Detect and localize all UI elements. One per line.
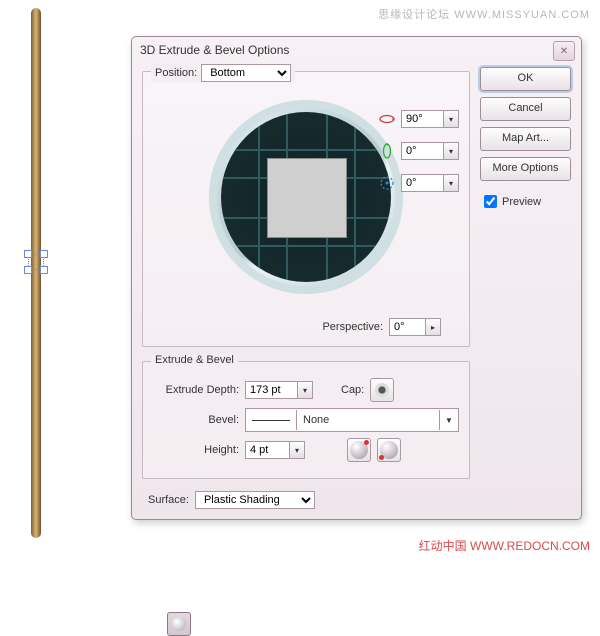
watermark-top: 思缘设计论坛 WWW.MISSYUAN.COM bbox=[378, 6, 590, 22]
titlebar[interactable]: 3D Extrude & Bevel Options ✕ bbox=[132, 37, 581, 63]
height-label: Height: bbox=[153, 444, 239, 456]
dialog-3d-extrude-bevel: 3D Extrude & Bevel Options ✕ Position: B… bbox=[131, 36, 582, 520]
bevel-extent-out-button[interactable] bbox=[377, 438, 401, 462]
selection-handles[interactable] bbox=[24, 250, 48, 274]
close-icon: ✕ bbox=[560, 46, 568, 57]
close-button[interactable]: ✕ bbox=[553, 41, 575, 61]
surface-select[interactable]: Plastic Shading bbox=[195, 491, 315, 509]
watermark-bottom: 红动中国 WWW.REDOCN.COM bbox=[419, 537, 590, 554]
preview-checkbox[interactable] bbox=[484, 195, 497, 208]
sphere-out-icon bbox=[380, 441, 398, 459]
bevel-extent-in-button[interactable] bbox=[347, 438, 371, 462]
extrude-depth-input[interactable] bbox=[245, 381, 297, 399]
map-art-button[interactable]: Map Art... bbox=[480, 127, 571, 151]
bevel-height-input[interactable] bbox=[245, 441, 289, 459]
chevron-down-icon: ▼ bbox=[439, 410, 458, 430]
rotate-y-input[interactable] bbox=[401, 142, 443, 160]
more-options-button[interactable]: More Options bbox=[480, 157, 571, 181]
cube-face[interactable] bbox=[267, 158, 347, 238]
position-label: Position: bbox=[155, 67, 197, 79]
extrude-depth-label: Extrude Depth: bbox=[153, 384, 239, 396]
cap-on-button[interactable] bbox=[167, 612, 191, 636]
cancel-button[interactable]: Cancel bbox=[480, 97, 571, 121]
sphere-in-icon bbox=[350, 441, 368, 459]
perspective-stepper[interactable]: ▸ bbox=[425, 318, 441, 336]
perspective-input[interactable] bbox=[389, 318, 425, 336]
bevel-height-stepper[interactable]: ▾ bbox=[289, 441, 305, 459]
preview-checkbox-row[interactable]: Preview bbox=[480, 195, 571, 208]
bevel-select[interactable]: None ▼ bbox=[245, 408, 459, 432]
rotate-z-stepper[interactable]: ▾ bbox=[443, 174, 459, 192]
cap-off-button[interactable] bbox=[370, 378, 394, 402]
canvas: 思缘设计论坛 WWW.MISSYUAN.COM 红动中国 WWW.REDOCN.… bbox=[0, 0, 600, 560]
rotate-x-input[interactable] bbox=[401, 110, 443, 128]
cap-off-icon bbox=[375, 383, 389, 397]
rotate-z-icon bbox=[379, 175, 395, 191]
cap-label: Cap: bbox=[341, 384, 364, 396]
position-select[interactable]: Bottom bbox=[201, 64, 291, 82]
extrude-bevel-group: Extrude & Bevel Extrude Depth: ▾ Cap: Be… bbox=[142, 361, 470, 479]
rotate-y-icon bbox=[379, 143, 395, 159]
position-group: Position: Bottom bbox=[142, 71, 470, 347]
preview-label: Preview bbox=[502, 196, 541, 208]
rotate-x-stepper[interactable]: ▾ bbox=[443, 110, 459, 128]
rotate-x-icon bbox=[379, 111, 395, 127]
rotate-z-input[interactable] bbox=[401, 174, 443, 192]
bevel-thumb bbox=[246, 410, 297, 430]
cap-on-icon bbox=[172, 617, 186, 631]
bevel-value: None bbox=[297, 414, 439, 426]
rotate-y-stepper[interactable]: ▾ bbox=[443, 142, 459, 160]
dialog-title: 3D Extrude & Bevel Options bbox=[140, 43, 289, 57]
extrude-legend: Extrude & Bevel bbox=[155, 354, 234, 366]
extrude-depth-stepper[interactable]: ▾ bbox=[297, 381, 313, 399]
perspective-label: Perspective: bbox=[322, 321, 383, 333]
bevel-label: Bevel: bbox=[153, 414, 239, 426]
surface-label: Surface: bbox=[148, 494, 189, 506]
ok-button[interactable]: OK bbox=[480, 67, 571, 91]
